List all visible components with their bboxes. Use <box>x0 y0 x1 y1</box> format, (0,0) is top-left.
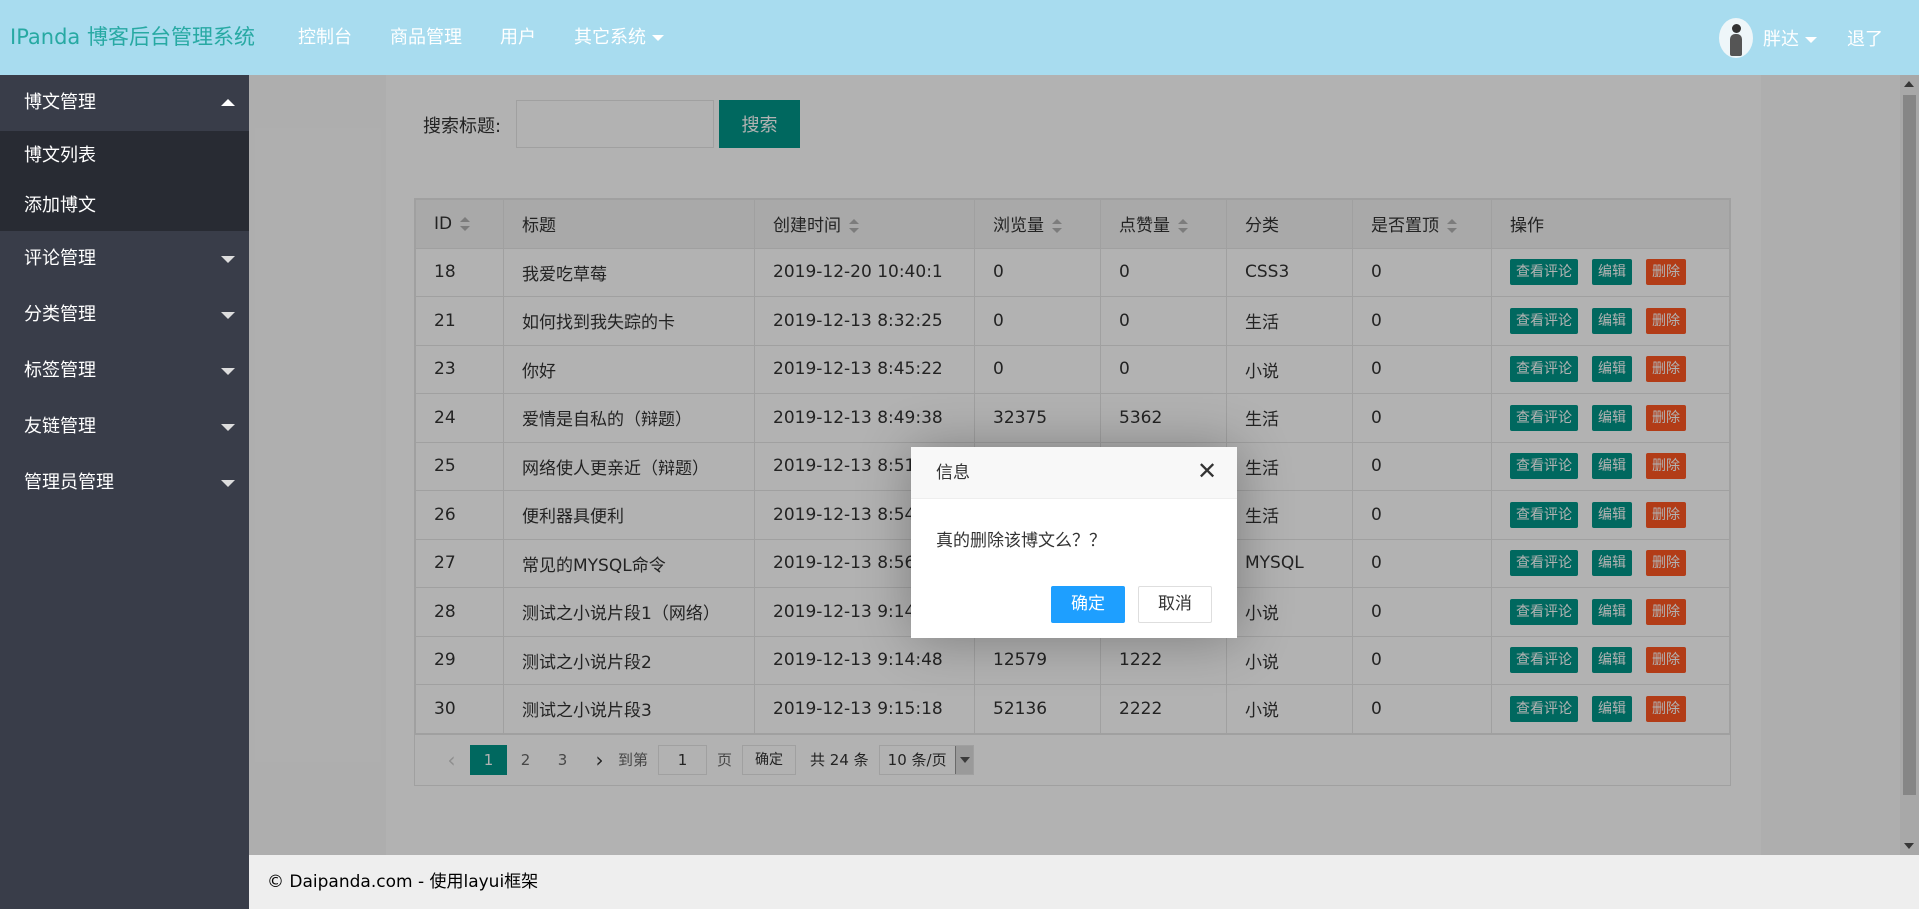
close-icon[interactable]: ✕ <box>1195 459 1219 483</box>
top-header: IPanda 博客后台管理系统 控制台 商品管理 用户 其它系统 胖达 退了 <box>0 0 1919 75</box>
user-name: 胖达 <box>1763 28 1799 50</box>
sidebar: 博文管理 博文列表 添加博文 评论管理 分类管理 标签管理 友链管理 管理员管理 <box>0 75 249 909</box>
sidebar-group-label: 评论管理 <box>24 248 96 269</box>
chevron-down-icon <box>221 256 235 263</box>
chevron-down-icon <box>221 368 235 375</box>
dialog-buttons: 确定 取消 <box>1051 586 1212 623</box>
chevron-down-icon <box>652 35 664 41</box>
sidebar-group-label: 博文管理 <box>24 92 96 113</box>
user-menu[interactable]: 胖达 <box>1763 25 1817 51</box>
chevron-down-icon <box>1805 36 1817 43</box>
chevron-down-icon <box>221 312 235 319</box>
confirm-button[interactable]: 确定 <box>1051 586 1125 623</box>
sidebar-group-label: 分类管理 <box>24 304 96 325</box>
dialog-title: 信息 <box>911 447 1237 499</box>
app-logo[interactable]: IPanda 博客后台管理系统 <box>10 0 255 75</box>
sidebar-group-label: 标签管理 <box>24 360 96 381</box>
nav-console[interactable]: 控制台 <box>279 0 371 75</box>
dialog-message: 真的删除该博文么？？ <box>936 531 1106 551</box>
sidebar-submenu: 博文列表 添加博文 <box>0 131 249 231</box>
sidebar-group-categories[interactable]: 分类管理 <box>0 287 249 343</box>
chevron-down-icon <box>221 480 235 487</box>
user-area: 胖达 退了 <box>1719 0 1883 75</box>
sidebar-group-label: 友链管理 <box>24 416 96 437</box>
logout-link[interactable]: 退了 <box>1847 25 1883 51</box>
avatar[interactable] <box>1719 17 1753 58</box>
sidebar-group-links[interactable]: 友链管理 <box>0 399 249 455</box>
sidebar-group-comments[interactable]: 评论管理 <box>0 231 249 287</box>
sidebar-group-admins[interactable]: 管理员管理 <box>0 455 249 511</box>
sidebar-group-tags[interactable]: 标签管理 <box>0 343 249 399</box>
sidebar-item-add-post[interactable]: 添加博文 <box>0 181 249 231</box>
nav-other-label: 其它系统 <box>574 27 646 48</box>
confirm-dialog: 信息 ✕ 真的删除该博文么？？ 确定 取消 <box>911 447 1237 638</box>
sidebar-group-label: 管理员管理 <box>24 472 114 493</box>
nav-goods[interactable]: 商品管理 <box>371 0 481 75</box>
footer: © Daipanda.com - 使用layui框架 <box>249 855 1919 909</box>
chevron-down-icon <box>221 424 235 431</box>
nav-users[interactable]: 用户 <box>481 0 555 75</box>
cancel-button[interactable]: 取消 <box>1138 586 1212 623</box>
top-nav: 控制台 商品管理 用户 其它系统 <box>279 0 683 75</box>
sidebar-group-posts[interactable]: 博文管理 <box>0 75 249 131</box>
nav-other-systems[interactable]: 其它系统 <box>555 0 683 75</box>
sidebar-item-post-list[interactable]: 博文列表 <box>0 131 249 181</box>
chevron-up-icon <box>221 99 235 106</box>
